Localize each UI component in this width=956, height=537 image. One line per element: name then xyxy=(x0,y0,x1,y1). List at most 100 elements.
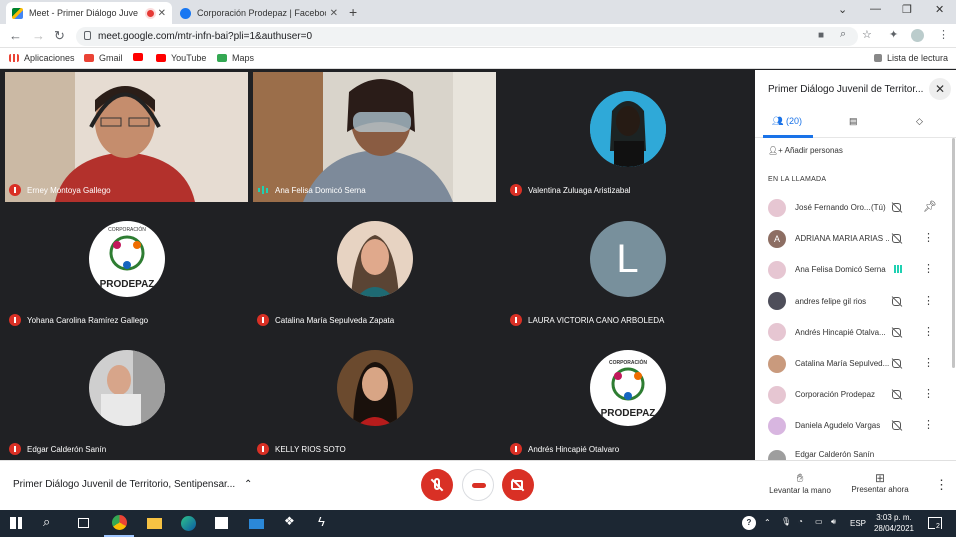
task-view-icon[interactable] xyxy=(78,518,89,528)
participant-tile[interactable]: Catalina María Sepulveda Zapata xyxy=(253,202,496,332)
avatar xyxy=(768,198,786,217)
tab-meet[interactable]: Meet - Primer Diálogo Juve ✕ xyxy=(6,2,172,24)
mic-toggle-button[interactable] xyxy=(421,469,453,501)
volume-icon[interactable]: 🔊︎ xyxy=(831,517,836,527)
battery-icon[interactable]: ▭ xyxy=(815,517,823,526)
network-icon[interactable]: ◔ xyxy=(798,517,803,526)
tab-people[interactable]: 👥︎ (20) xyxy=(772,116,802,127)
close-tab-icon[interactable]: ✕ xyxy=(330,8,338,19)
more-options-icon[interactable]: ⋮ xyxy=(923,294,934,307)
more-options-icon[interactable]: ⋮ xyxy=(923,262,934,275)
bookmark-gmail[interactable]: Gmail xyxy=(84,53,123,63)
participant-tile[interactable]: CORPORACIÓN PRODEPAZ Andrés Hincapié Ota… xyxy=(506,331,749,461)
participant-tile[interactable]: Valentina Zuluaga Aristizabal xyxy=(506,72,749,202)
list-item[interactable]: A ADRIANA MARIA ARIAS ... ⋮ xyxy=(755,223,956,254)
participant-tile[interactable]: Edgar Calderón Sanín xyxy=(5,331,248,461)
tab-activities-icon[interactable]: ◇ xyxy=(916,116,923,127)
reading-list[interactable]: Lista de lectura xyxy=(874,53,948,63)
menu-icon[interactable]: ⋮ xyxy=(938,28,949,41)
list-item[interactable]: Ana Felisa Domicó Serna ⋮ xyxy=(755,254,956,285)
participant-name: Ana Felisa Domicó Serna xyxy=(257,184,366,196)
extensions-icon[interactable]: ✦ xyxy=(889,28,898,41)
list-item[interactable]: Edgar Calderón Sanín xyxy=(755,442,956,462)
leave-call-button[interactable] xyxy=(462,469,494,501)
app-icon[interactable]: ϟ xyxy=(318,514,333,529)
bookmark-apps[interactable]: Aplicaciones xyxy=(9,53,75,63)
speaking-indicator-icon xyxy=(257,184,269,196)
present-now-button[interactable]: ⊞ Presentar ahora xyxy=(848,471,912,494)
chrome-icon[interactable] xyxy=(112,515,127,530)
minimize-icon[interactable]: — xyxy=(870,3,881,15)
language-indicator[interactable]: ESP xyxy=(850,519,866,528)
tab-title: Meet - Primer Diálogo Juve xyxy=(29,8,139,18)
bookmark-youtube-red[interactable] xyxy=(133,53,148,61)
edge-icon[interactable] xyxy=(181,516,196,531)
list-item[interactable]: andres felipe gil rios ⋮ xyxy=(755,286,956,317)
tab-facebook[interactable]: Corporación Prodepaz | Faceboo ✕ xyxy=(174,2,344,24)
back-icon[interactable]: ← xyxy=(9,28,22,43)
participant-tile[interactable]: CORPORACIÓN PRODEPAZ Yohana Carolina Ram… xyxy=(5,202,248,332)
reading-list-icon xyxy=(874,54,882,62)
store-icon[interactable] xyxy=(215,517,228,529)
tray-chevron-icon[interactable]: ⌃ xyxy=(764,518,771,527)
new-tab-icon[interactable]: + xyxy=(349,4,357,20)
facebook-favicon-icon xyxy=(180,7,191,19)
list-item[interactable]: Andrés Hincapié Otalva... ⋮ xyxy=(755,317,956,348)
mic-tray-icon[interactable]: 🎙︎ xyxy=(781,517,791,526)
tab-chat-icon[interactable]: ▤ xyxy=(849,116,858,127)
profile-avatar[interactable] xyxy=(911,29,924,42)
add-person-icon: 👤︎+ xyxy=(768,146,783,155)
close-tab-icon[interactable]: ✕ xyxy=(158,8,166,19)
list-item[interactable]: Corporación Prodepaz ⋮ xyxy=(755,379,956,410)
dropbox-icon[interactable]: ❖ xyxy=(284,514,299,529)
pin-icon[interactable]: 📌︎ xyxy=(923,200,937,213)
reload-icon[interactable]: ↻ xyxy=(54,28,65,44)
close-panel-icon[interactable]: ✕ xyxy=(929,78,951,100)
participant-name: KELLY RIOS SOTO xyxy=(257,443,346,455)
more-options-icon[interactable]: ⋮ xyxy=(923,231,934,244)
windows-start-icon[interactable] xyxy=(10,517,22,529)
clock[interactable]: 3:03 p. m. 28/04/2021 xyxy=(870,513,918,533)
bookmark-star-icon[interactable]: ☆ xyxy=(862,28,872,41)
participant-tile[interactable]: KELLY RIOS SOTO xyxy=(253,331,496,461)
participant-tile[interactable]: Erney Montoya Gallego xyxy=(5,72,248,202)
participant-name: LAURA VICTORIA CANO ARBOLEDA xyxy=(510,314,664,326)
lock-icon xyxy=(84,31,91,40)
zoom-icon[interactable]: ⌕ xyxy=(840,28,846,41)
bookmark-youtube[interactable]: YouTube xyxy=(156,53,206,63)
close-window-icon[interactable]: ✕ xyxy=(935,3,944,16)
camera-icon[interactable]: ■ xyxy=(818,30,824,41)
meeting-title[interactable]: Primer Diálogo Juvenil de Territorio, Se… xyxy=(13,479,252,490)
url-input[interactable]: meet.google.com/mtr-infn-bai?pli=1&authu… xyxy=(76,27,858,46)
panel-tabs: 👥︎ (20) ▤ ◇ xyxy=(755,110,956,138)
hand-icon: ✋︎ xyxy=(796,471,804,485)
participant-name: Andrés Hincapié Otalvaro xyxy=(510,443,619,455)
tab-search-icon[interactable]: ⌄ xyxy=(838,3,847,16)
search-icon[interactable]: ⌕ xyxy=(43,514,58,529)
prodepaz-logo-avatar: CORPORACIÓN PRODEPAZ xyxy=(589,350,666,426)
more-options-icon[interactable]: ⋮ xyxy=(923,356,934,369)
participant-tile[interactable]: L LAURA VICTORIA CANO ARBOLEDA xyxy=(506,202,749,332)
help-icon[interactable]: ? xyxy=(742,516,756,530)
muted-mic-icon xyxy=(257,314,269,326)
muted-mic-icon xyxy=(9,184,21,196)
list-item[interactable]: José Fernando Oro... (Tú) 📌︎ xyxy=(755,192,956,223)
more-options-icon[interactable]: ⋮ xyxy=(935,477,948,493)
panel-scrollbar[interactable] xyxy=(952,138,955,368)
bookmark-maps[interactable]: Maps xyxy=(217,53,254,63)
more-options-icon[interactable]: ⋮ xyxy=(923,325,934,338)
participant-tile[interactable]: Ana Felisa Domicó Serna xyxy=(253,72,496,202)
more-options-icon[interactable]: ⋮ xyxy=(923,387,934,400)
list-item[interactable]: Catalina María Sepulved... ⋮ xyxy=(755,348,956,379)
camera-toggle-button[interactable] xyxy=(502,469,534,501)
browser-tab-strip: Meet - Primer Diálogo Juve ✕ Corporación… xyxy=(0,0,956,24)
maximize-icon[interactable]: ❐ xyxy=(902,3,912,16)
list-item[interactable]: Daniela Agudelo Vargas ⋮ xyxy=(755,410,956,441)
svg-text:CORPORACIÓN: CORPORACIÓN xyxy=(608,358,646,366)
add-people-button[interactable]: 👤︎+ Añadir personas xyxy=(768,146,843,155)
raise-hand-button[interactable]: ✋︎ Levantar la mano xyxy=(765,471,835,495)
file-explorer-icon[interactable] xyxy=(147,518,162,529)
more-options-icon[interactable]: ⋮ xyxy=(923,418,934,431)
mail-icon[interactable] xyxy=(249,519,264,529)
forward-icon[interactable]: → xyxy=(32,28,45,43)
